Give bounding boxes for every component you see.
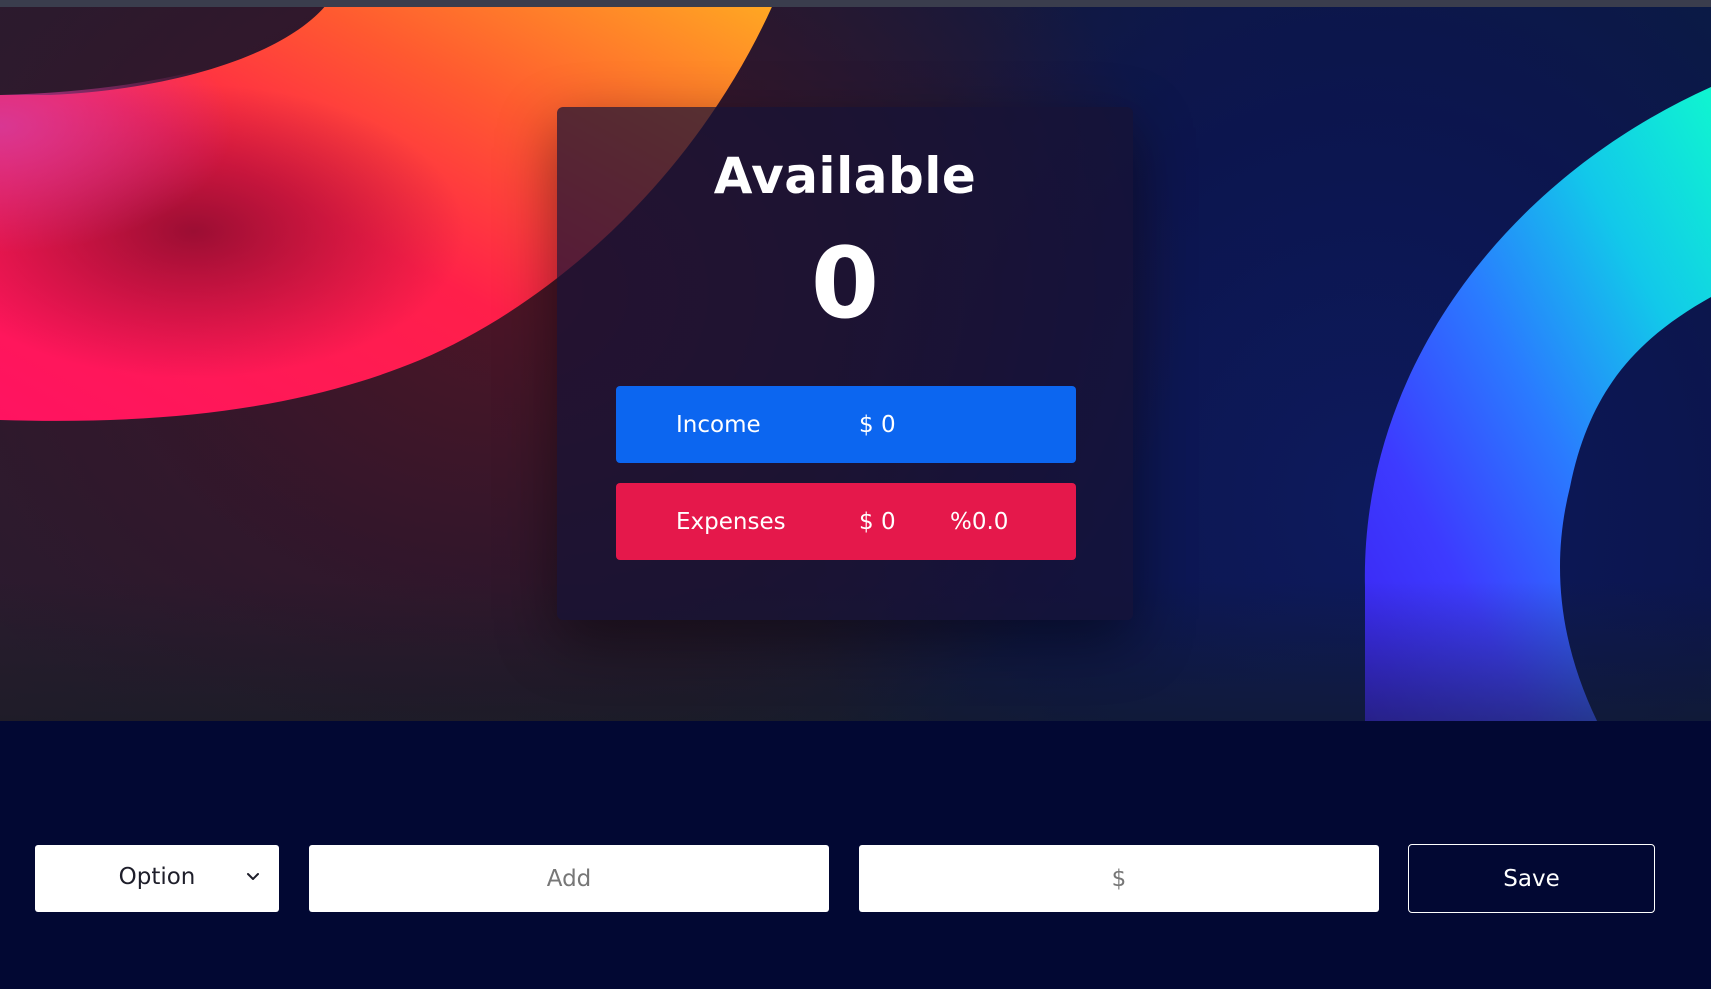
expenses-percentage: %0.0 <box>950 509 1009 535</box>
expenses-label: Expenses <box>676 509 786 535</box>
income-summary-row: Income $ 0 <box>616 386 1076 463</box>
value-input[interactable] <box>859 845 1379 912</box>
expenses-summary-row: Expenses $ 0 %0.0 <box>616 483 1076 560</box>
type-select-value: Option <box>118 864 196 890</box>
type-select[interactable]: Option <box>35 845 279 912</box>
income-label: Income <box>676 412 761 438</box>
chevron-down-icon <box>247 873 259 880</box>
income-amount: $ 0 <box>859 412 896 438</box>
description-input[interactable] <box>309 845 829 912</box>
budget-app: Available 0 Income $ 0 Expenses $ 0 %0.0… <box>0 0 1711 989</box>
add-entry-bar: Option Save <box>0 721 1711 989</box>
available-amount: 0 <box>810 227 880 341</box>
window-top-border <box>0 0 1711 7</box>
budget-summary-card: Available 0 Income $ 0 Expenses $ 0 %0.0 <box>557 107 1133 620</box>
save-button[interactable]: Save <box>1408 844 1655 913</box>
expenses-amount: $ 0 <box>859 509 896 535</box>
available-title: Available <box>713 147 977 205</box>
